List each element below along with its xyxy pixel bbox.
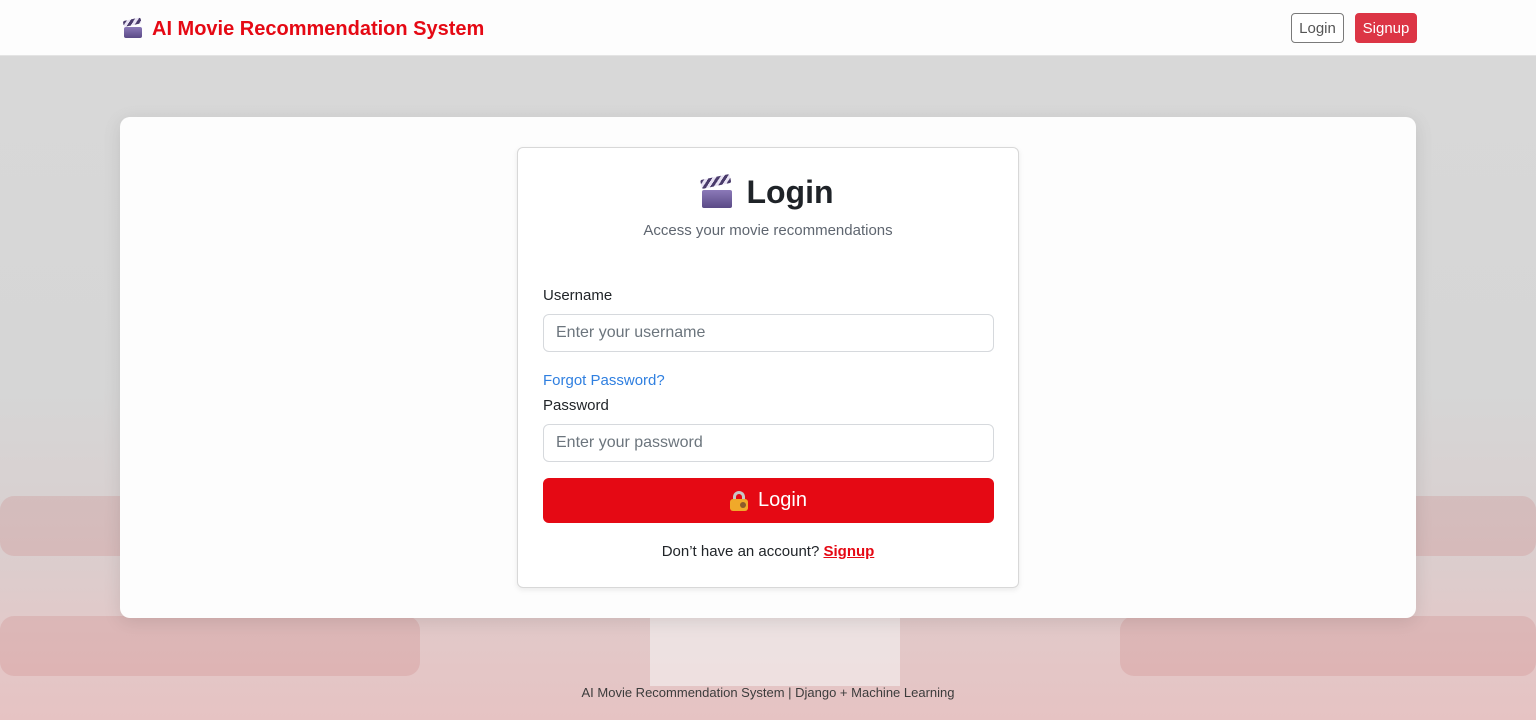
navbar: AI Movie Recommendation System Login Sig…: [0, 0, 1536, 56]
clapper-board-icon: [122, 17, 142, 38]
username-label: Username: [543, 287, 613, 304]
locked-with-key-icon: [730, 490, 749, 511]
login-card: Login Access your movie recommendations …: [517, 147, 1019, 588]
page-footer: AI Movie Recommendation System | Django …: [581, 685, 955, 700]
brand[interactable]: AI Movie Recommendation System: [122, 16, 485, 42]
theater-seat-row: [0, 616, 420, 676]
login-title-row: Login: [518, 173, 1018, 211]
login-submit-label: Login: [758, 489, 807, 511]
clapper-board-icon: [700, 173, 733, 208]
password-input[interactable]: [543, 424, 994, 462]
login-submit-button[interactable]: Login: [543, 478, 994, 523]
login-subtitle: Access your movie recommendations: [643, 222, 893, 239]
no-account-text: Don’t have an account?: [661, 543, 820, 560]
login-title: Login: [746, 174, 834, 210]
username-input[interactable]: [543, 314, 994, 352]
forgot-password-link[interactable]: Forgot Password?: [543, 372, 665, 389]
signup-link[interactable]: Signup: [823, 543, 874, 560]
signup-prompt: Don’t have an account? Signup: [518, 543, 1018, 560]
brand-title: AI Movie Recommendation System: [152, 17, 485, 40]
password-label: Password: [543, 397, 609, 414]
theater-seat-row: [1120, 616, 1536, 676]
nav-login-button[interactable]: Login: [1291, 13, 1344, 43]
nav-signup-button[interactable]: Signup: [1355, 13, 1417, 43]
